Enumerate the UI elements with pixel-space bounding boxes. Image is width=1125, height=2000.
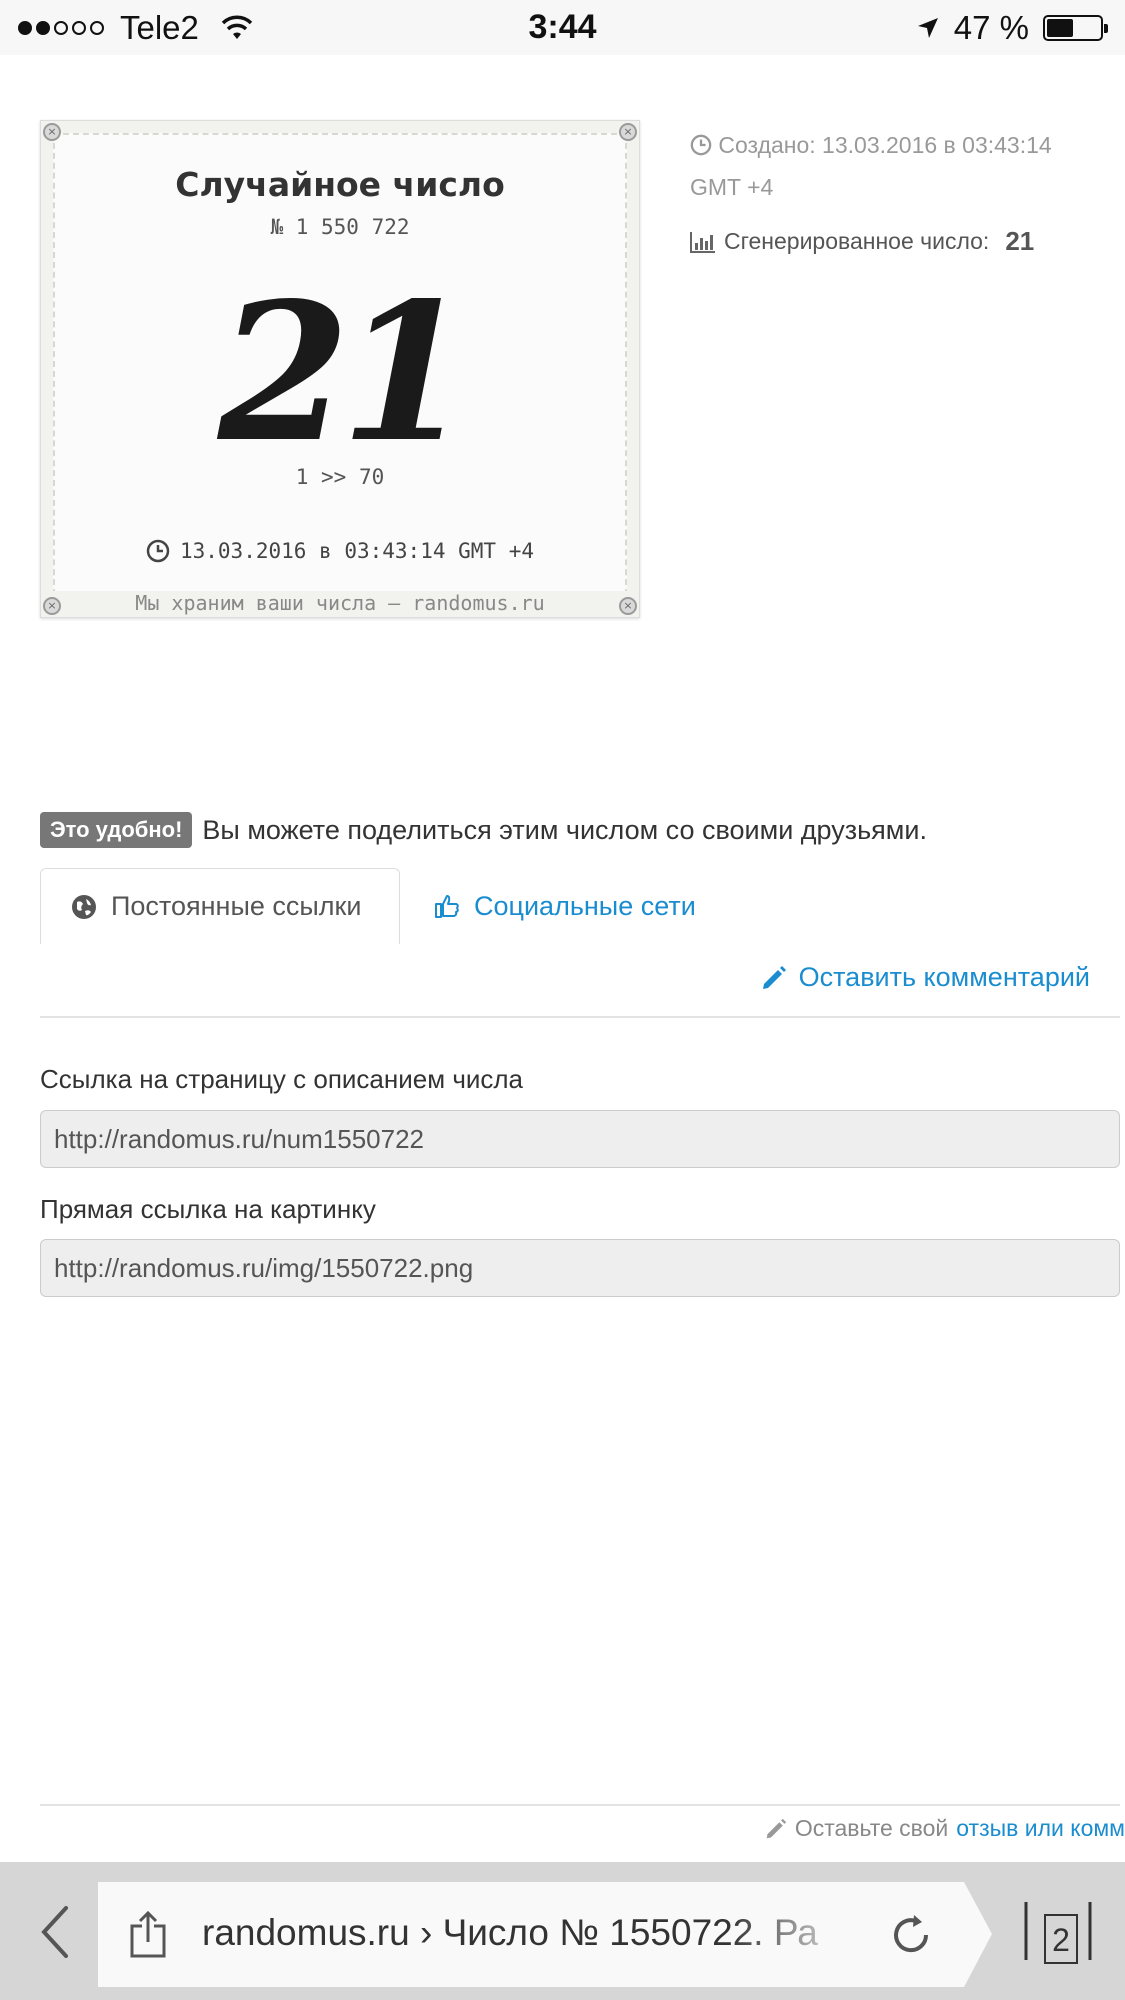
- browser-toolbar: randomus.ru › Число № 1550722. Ра 2: [0, 1862, 1125, 2000]
- divider: [40, 1016, 1120, 1018]
- generated-value: 21: [1005, 226, 1035, 256]
- tab-label: Постоянные ссылки: [111, 891, 362, 921]
- clock-icon: [146, 539, 170, 563]
- created-text: Создано: 13.03.2016 в 03:43:14 GMT +4: [690, 132, 1052, 200]
- pin-icon: ×: [619, 123, 637, 141]
- page-link-field[interactable]: http://randomus.ru/num1550722: [40, 1110, 1120, 1168]
- pencil-icon: [766, 1818, 786, 1838]
- created-info: Создано: 13.03.2016 в 03:43:14 GMT +4: [690, 124, 1100, 208]
- address-bar[interactable]: randomus.ru › Число № 1550722. Ра: [98, 1882, 992, 1987]
- bar-chart-icon: [690, 231, 715, 253]
- leave-comment-link[interactable]: Оставить комментарий: [761, 962, 1090, 993]
- number-card-image: × × × × Случайное число № 1 550 722 21 1…: [40, 120, 640, 618]
- generated-info: Сгенерированное число: 21: [690, 226, 1034, 257]
- card-range: 1 >> 70: [295, 465, 385, 489]
- share-notice: Это удобно! Вы можете поделиться этим чи…: [40, 812, 927, 848]
- image-link-field[interactable]: http://randomus.ru/img/1550722.png: [40, 1239, 1120, 1297]
- pin-icon: ×: [619, 597, 637, 615]
- image-link-label: Прямая ссылка на картинку: [40, 1194, 376, 1224]
- thumbs-up-icon: [435, 895, 459, 918]
- share-icon[interactable]: [128, 1910, 168, 1958]
- card-footer: Мы храним ваши числа — randomus.ru: [41, 591, 639, 615]
- card-title: Случайное число: [175, 165, 505, 204]
- tab-social-networks[interactable]: Социальные сети: [434, 868, 696, 944]
- tab-label: Социальные сети: [474, 890, 696, 921]
- pencil-icon: [762, 965, 786, 989]
- feedback-link[interactable]: отзыв или комм: [956, 1815, 1125, 1842]
- generated-label: Сгенерированное число:: [724, 228, 990, 254]
- battery-percent: 47 %: [953, 9, 1029, 46]
- globe-icon: [72, 894, 96, 919]
- comment-link-label: Оставить комментарий: [798, 962, 1090, 992]
- pin-icon: ×: [43, 597, 61, 615]
- footer-divider: [40, 1804, 1120, 1806]
- url-text: randomus.ru › Число № 1550722. Ра: [202, 1912, 818, 1953]
- clock-icon: [690, 134, 712, 156]
- tab-permanent-links[interactable]: Постоянные ссылки: [40, 868, 400, 944]
- feedback-note: Оставьте свой отзыв или комм: [765, 1815, 1125, 1842]
- reload-icon[interactable]: [888, 1912, 934, 1958]
- share-text: Вы можете поделиться этим числом со свои…: [202, 814, 927, 845]
- pin-icon: ×: [43, 123, 61, 141]
- status-right: 47 %: [916, 9, 1108, 47]
- tabs-count[interactable]: 2: [1044, 1914, 1078, 1964]
- card-random-value: 21: [217, 261, 472, 484]
- status-bar: Tele2 3:44 47 %: [0, 0, 1125, 55]
- card-number-id: № 1 550 722: [270, 215, 410, 239]
- card-date-row: 13.03.2016 в 03:43:14 GMT +4: [41, 539, 639, 563]
- battery-icon: [1043, 15, 1108, 41]
- battery-level: [1047, 19, 1074, 37]
- card-date: 13.03.2016 в 03:43:14 GMT +4: [179, 539, 534, 563]
- share-badge: Это удобно!: [40, 812, 193, 848]
- share-tabs: Постоянные ссылки Социальные сети: [40, 868, 1120, 944]
- location-arrow-icon: [917, 18, 938, 38]
- back-arrow-icon[interactable]: [36, 1904, 76, 1960]
- page-link-label: Ссылка на страницу с описанием числа: [40, 1064, 524, 1094]
- feedback-text: Оставьте свой: [794, 1815, 949, 1841]
